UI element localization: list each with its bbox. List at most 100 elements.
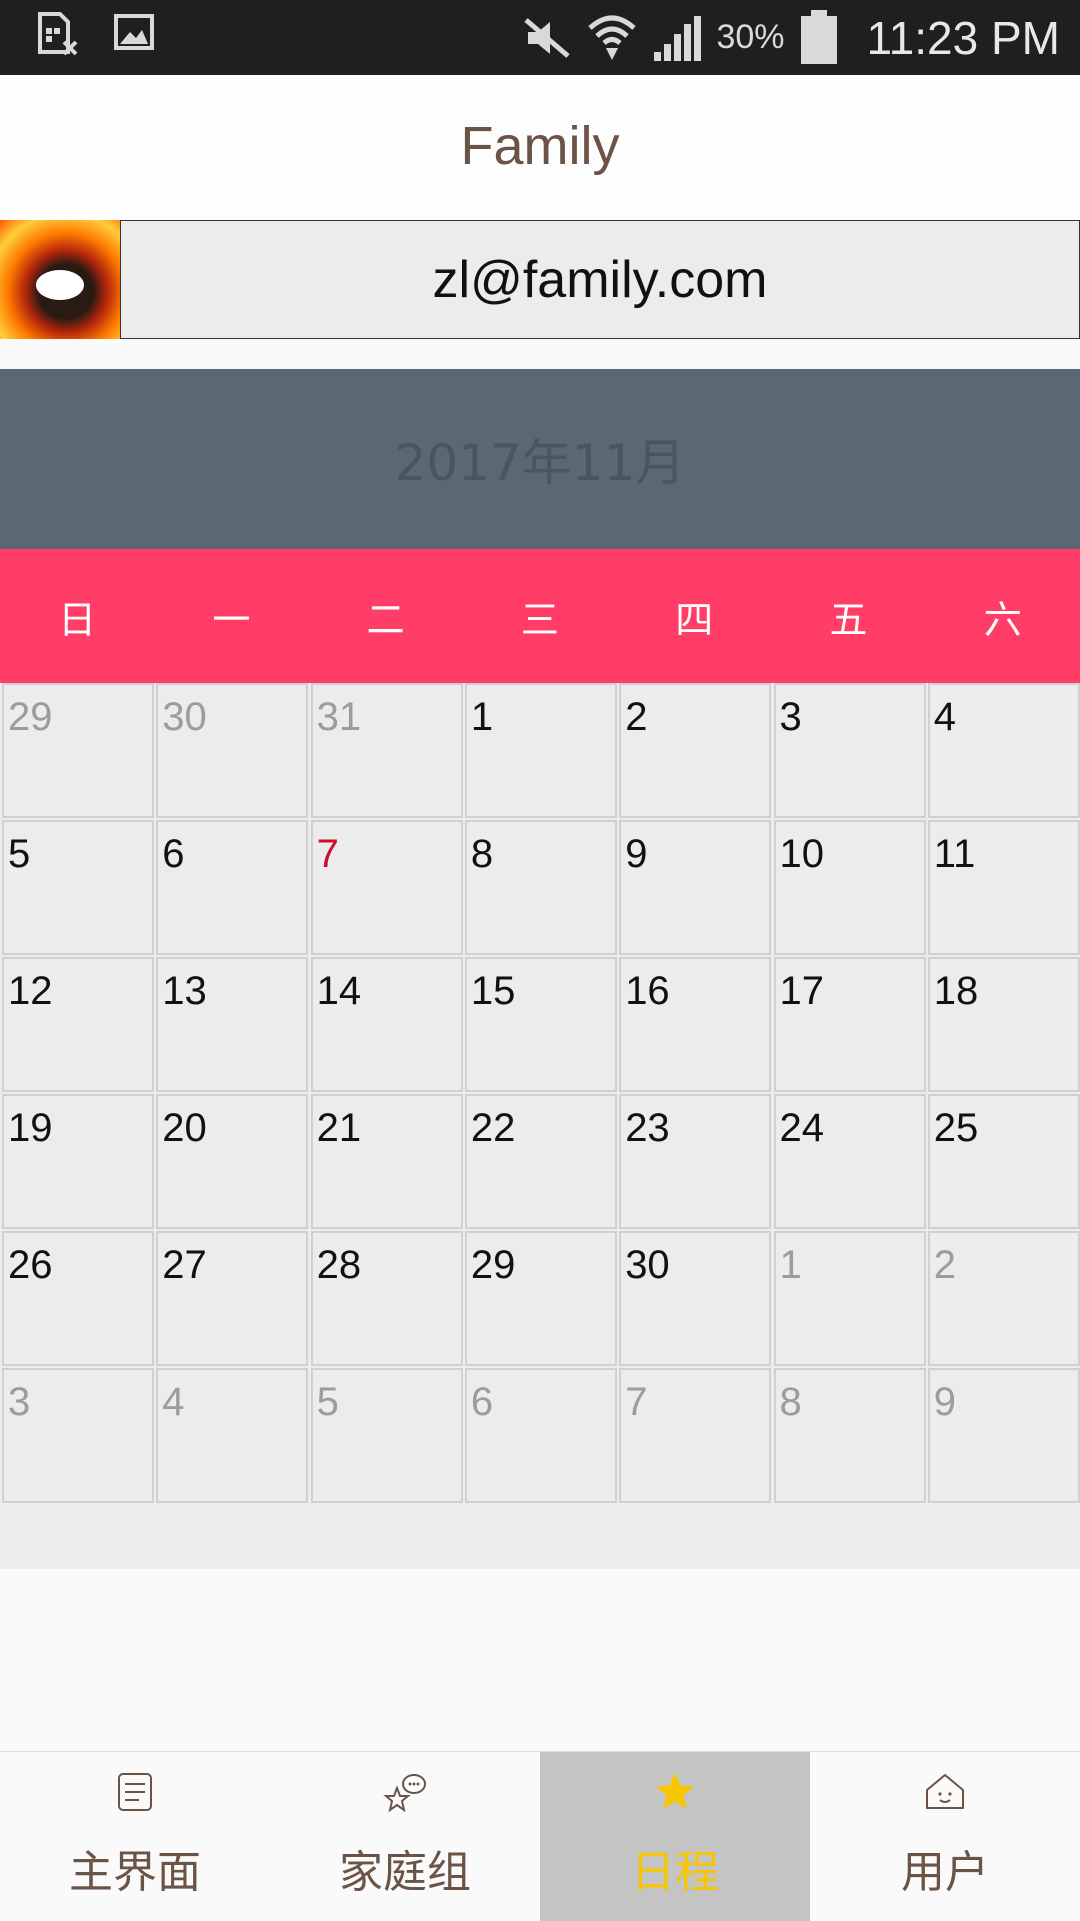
status-left-icons: [36, 12, 154, 58]
day-number: 9: [625, 832, 648, 876]
calendar-day[interactable]: 29: [464, 1231, 617, 1366]
status-bar: 30% 11:23 PM: [0, 0, 1080, 75]
weekday-label: 一: [212, 597, 251, 642]
calendar-day[interactable]: 1: [464, 683, 617, 818]
calendar-day[interactable]: 5: [310, 1368, 463, 1503]
nav-label: 日程: [631, 1847, 719, 1898]
calendar-day[interactable]: 26: [2, 1231, 154, 1366]
calendar-day[interactable]: 29: [2, 683, 154, 818]
calendar-day[interactable]: 19: [2, 1094, 154, 1229]
calendar-day[interactable]: 22: [464, 1094, 617, 1229]
calendar-day[interactable]: 6: [464, 1368, 617, 1503]
month-label[interactable]: 2017年11月: [0, 369, 1080, 549]
calendar-day[interactable]: 28: [310, 1231, 463, 1366]
page-title: Family: [460, 116, 620, 176]
weekday-header: 日一二三四五六: [0, 549, 1080, 683]
calendar-day[interactable]: 12: [2, 957, 154, 1092]
calendar-day[interactable]: 9: [619, 820, 772, 955]
day-number: 25: [933, 1106, 979, 1150]
weekday-label: 六: [983, 597, 1022, 642]
calendar-day[interactable]: 4: [156, 1368, 309, 1503]
calendar-day[interactable]: 3: [773, 683, 926, 818]
day-number: 21: [316, 1106, 362, 1150]
calendar-day[interactable]: 13: [156, 957, 309, 1092]
calendar-day[interactable]: 2: [619, 683, 772, 818]
calendar-day[interactable]: 17: [773, 957, 926, 1092]
user-email[interactable]: zl@family.com: [120, 220, 1080, 339]
calendar-day[interactable]: 30: [619, 1231, 772, 1366]
calendar-day[interactable]: 14: [310, 957, 463, 1092]
day-number: 2: [933, 1243, 957, 1287]
day-number: 26: [8, 1243, 53, 1287]
calendar-day[interactable]: 8: [464, 820, 617, 955]
calendar-day[interactable]: 20: [156, 1094, 309, 1229]
day-number: 5: [316, 1380, 339, 1424]
calendar-day[interactable]: 15: [464, 957, 617, 1092]
calendar-day[interactable]: 11: [927, 820, 1080, 955]
clock: 11:23 PM: [866, 11, 1060, 64]
day-number: 27: [162, 1243, 207, 1287]
user-row: zl@family.com: [0, 220, 1080, 339]
day-number: 23: [625, 1106, 670, 1150]
list-icon: [118, 1773, 152, 1811]
sim-off-icon: [38, 12, 78, 56]
day-number: 2: [625, 695, 648, 739]
day-number: 20: [162, 1106, 207, 1150]
calendar-day[interactable]: 10: [773, 820, 926, 955]
calendar-day-today[interactable]: 7: [310, 820, 463, 955]
status-right-icons: 30% 11:23 PM: [522, 0, 1060, 75]
day-number: 16: [625, 969, 670, 1013]
calendar-day[interactable]: 9: [927, 1368, 1080, 1503]
calendar-day[interactable]: 8: [773, 1368, 926, 1503]
battery-percent: 30%: [716, 18, 785, 56]
calendar-day[interactable]: 16: [619, 957, 772, 1092]
calendar-day[interactable]: 31: [310, 683, 463, 818]
calendar-day[interactable]: 7: [619, 1368, 772, 1503]
day-number: 3: [8, 1380, 31, 1424]
day-number: 24: [779, 1106, 825, 1150]
day-number: 28: [316, 1243, 362, 1287]
day-number: 22: [470, 1106, 516, 1150]
day-number: 13: [162, 969, 207, 1013]
calendar-day[interactable]: 30: [156, 683, 309, 818]
day-number: 11: [933, 832, 976, 876]
calendar-grid: 29 30 31 1 2 3 4 5 6 7 8 9 10 11 12 13 14 15 16 17 18 19 20 21 2…: [0, 683, 1080, 1505]
calendar-day[interactable]: 25: [927, 1094, 1080, 1229]
calendar-day[interactable]: 5: [2, 820, 154, 955]
weekday-label: 五: [829, 597, 868, 642]
calendar-day[interactable]: 2: [927, 1231, 1080, 1366]
calendar-day[interactable]: 6: [156, 820, 309, 955]
nav-item-schedule[interactable]: 日程: [540, 1752, 810, 1921]
day-number: 9: [933, 1380, 957, 1424]
calendar-day[interactable]: 4: [927, 683, 1080, 818]
nav-label: 用户: [901, 1847, 989, 1898]
calendar-day[interactable]: 21: [310, 1094, 463, 1229]
calendar-day[interactable]: 18: [927, 957, 1080, 1092]
calendar-day[interactable]: 23: [619, 1094, 772, 1229]
day-number: 5: [8, 832, 31, 876]
day-number: 1: [470, 695, 494, 739]
calendar-day[interactable]: 3: [2, 1368, 154, 1503]
day-number: 14: [316, 969, 362, 1013]
nav-item-home[interactable]: 主界面: [0, 1752, 270, 1921]
day-number: 15: [470, 969, 516, 1013]
weekday-label: 日: [58, 597, 97, 642]
day-number: 10: [779, 832, 825, 876]
day-number: 30: [625, 1243, 670, 1287]
day-number: 1: [779, 1243, 802, 1287]
day-number: 30: [162, 695, 207, 739]
calendar-day[interactable]: 24: [773, 1094, 926, 1229]
calendar-day[interactable]: 27: [156, 1231, 309, 1366]
day-number: 8: [779, 1380, 802, 1424]
weekday-label: 二: [366, 597, 405, 642]
weekday-label: 四: [675, 597, 714, 642]
day-number: 12: [8, 969, 53, 1013]
signal-icon: [654, 15, 702, 61]
nav-item-family-group[interactable]: 家庭组: [270, 1752, 540, 1921]
day-number: 4: [162, 1380, 185, 1424]
avatar[interactable]: [0, 220, 120, 339]
day-number: 29: [8, 695, 53, 739]
nav-item-user[interactable]: 用户: [810, 1752, 1080, 1921]
nav-label: 家庭组: [339, 1847, 471, 1898]
calendar-day[interactable]: 1: [773, 1231, 926, 1366]
